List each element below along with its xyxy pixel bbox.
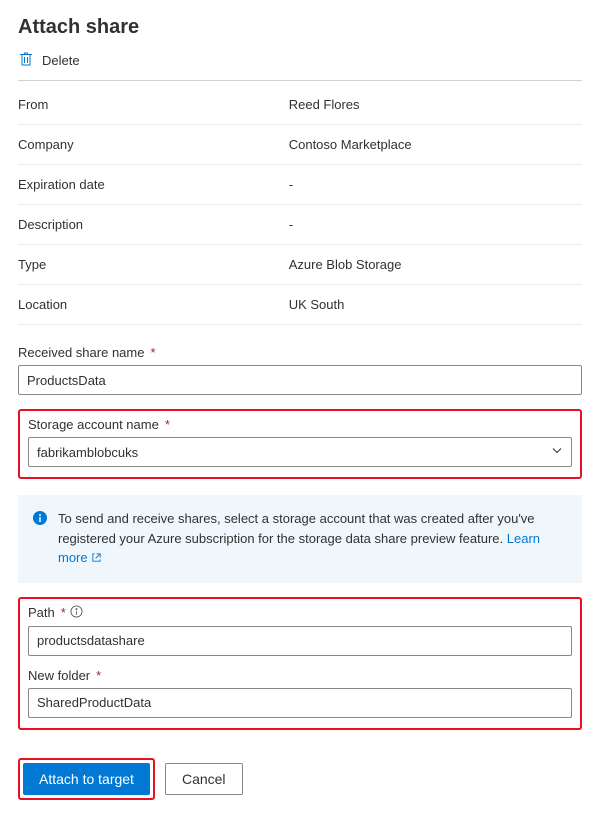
details-table: FromReed Flores CompanyContoso Marketpla… (18, 85, 582, 325)
received-share-name-field: Received share name * (18, 345, 582, 395)
details-label: Company (18, 125, 289, 165)
path-section-highlight: Path * New folder * (18, 597, 582, 730)
details-value: Contoso Marketplace (289, 125, 582, 165)
external-link-icon (91, 551, 102, 566)
required-indicator: * (61, 605, 66, 620)
details-label: From (18, 85, 289, 125)
cancel-button[interactable]: Cancel (165, 763, 243, 795)
action-footer: Attach to target Cancel (18, 758, 582, 800)
new-folder-label: New folder (28, 668, 90, 683)
attach-button[interactable]: Attach to target (23, 763, 150, 795)
received-share-name-label: Received share name (18, 345, 144, 360)
info-icon (32, 510, 48, 569)
attach-button-highlight: Attach to target (18, 758, 155, 800)
info-text: To send and receive shares, select a sto… (58, 511, 535, 546)
table-row: CompanyContoso Marketplace (18, 125, 582, 165)
storage-account-label: Storage account name (28, 417, 159, 432)
delete-button[interactable]: Delete (42, 53, 80, 68)
path-label: Path (28, 605, 55, 620)
details-label: Description (18, 205, 289, 245)
required-indicator: * (165, 417, 170, 432)
details-value: - (289, 165, 582, 205)
received-share-name-input[interactable] (18, 365, 582, 395)
storage-account-highlight: Storage account name * (18, 409, 582, 479)
info-callout: To send and receive shares, select a sto… (18, 495, 582, 583)
required-indicator: * (150, 345, 155, 360)
details-value: UK South (289, 285, 582, 325)
path-input[interactable] (28, 626, 572, 656)
details-value: - (289, 205, 582, 245)
table-row: TypeAzure Blob Storage (18, 245, 582, 285)
table-row: Expiration date- (18, 165, 582, 205)
storage-account-select[interactable] (28, 437, 572, 467)
details-label: Expiration date (18, 165, 289, 205)
required-indicator: * (96, 668, 101, 683)
trash-icon[interactable] (18, 51, 34, 70)
new-folder-input[interactable] (28, 688, 572, 718)
table-row: Description- (18, 205, 582, 245)
info-icon[interactable] (70, 605, 83, 621)
toolbar: Delete (18, 51, 582, 81)
details-value: Reed Flores (289, 85, 582, 125)
details-label: Type (18, 245, 289, 285)
page-title: Attach share (18, 16, 582, 39)
details-label: Location (18, 285, 289, 325)
table-row: FromReed Flores (18, 85, 582, 125)
details-value: Azure Blob Storage (289, 245, 582, 285)
table-row: LocationUK South (18, 285, 582, 325)
